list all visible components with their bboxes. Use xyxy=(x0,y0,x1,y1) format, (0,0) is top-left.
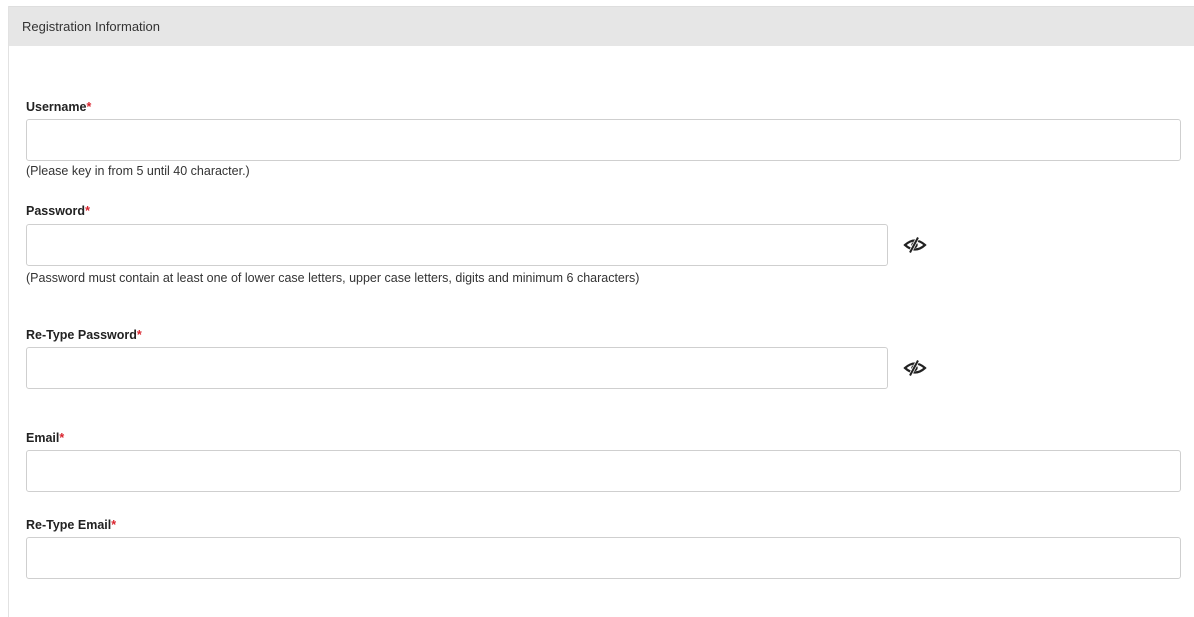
eye-slash-icon xyxy=(903,237,927,253)
registration-panel: Registration Information Username* (Plea… xyxy=(8,6,1194,617)
username-label: Username* xyxy=(26,100,91,114)
required-marker: * xyxy=(59,431,65,445)
email-input[interactable] xyxy=(26,450,1181,492)
email-label-text: Email xyxy=(26,431,60,445)
email-label: Email* xyxy=(26,431,64,445)
password-visibility-toggle[interactable] xyxy=(900,234,930,256)
retype-password-label-text: Re-Type Password xyxy=(26,328,137,342)
required-marker: * xyxy=(136,328,142,342)
password-label: Password* xyxy=(26,204,90,218)
retype-password-label: Re-Type Password* xyxy=(26,328,142,342)
password-label-text: Password xyxy=(26,204,86,218)
username-input[interactable] xyxy=(26,119,1181,161)
retype-email-label-text: Re-Type Email xyxy=(26,518,112,532)
username-label-text: Username xyxy=(26,100,87,114)
password-input[interactable] xyxy=(26,224,888,266)
eye-slash-icon xyxy=(903,360,927,376)
panel-header: Registration Information xyxy=(9,6,1194,46)
retype-email-label: Re-Type Email* xyxy=(26,518,116,532)
username-hint: (Please key in from 5 until 40 character… xyxy=(26,164,250,178)
panel-title: Registration Information xyxy=(22,19,161,34)
retype-password-visibility-toggle[interactable] xyxy=(900,357,930,379)
password-hint: (Password must contain at least one of l… xyxy=(26,271,640,285)
required-marker: * xyxy=(86,100,92,114)
required-marker: * xyxy=(85,204,90,218)
required-marker: * xyxy=(111,518,117,532)
retype-password-input[interactable] xyxy=(26,347,888,389)
retype-email-input[interactable] xyxy=(26,537,1181,579)
